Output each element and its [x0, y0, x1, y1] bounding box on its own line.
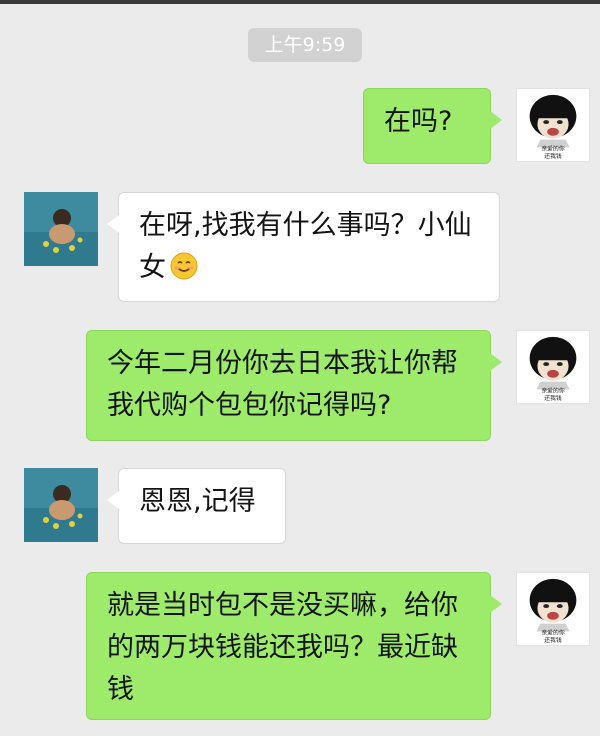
svg-text:亲爱的你: 亲爱的你	[541, 628, 564, 636]
message-bubble-sent[interactable]: 今年二月份你去日本我让你帮我代购个包包你记得吗?	[86, 330, 502, 441]
message-text: 在吗?	[384, 106, 453, 137]
message-bubble-sent[interactable]: 在吗?	[363, 88, 502, 164]
svg-text:亲爱的你: 亲爱的你	[541, 386, 564, 394]
svg-text:亲爱的你: 亲爱的你	[541, 144, 564, 152]
svg-text:还我钱: 还我钱	[544, 636, 562, 644]
meme-avatar-icon: 亲爱的你 还我钱	[529, 336, 577, 402]
meme-avatar-icon: 亲爱的你 还我钱	[529, 578, 577, 644]
message-text: 恩恩,记得	[139, 486, 256, 517]
message-text: 今年二月份你去日本我让你帮我代购个包包你记得吗?	[107, 348, 458, 421]
message-bubble-sent[interactable]: 就是当时包不是没买嘛，给你的两万块钱能还我吗？最近缺钱	[86, 572, 502, 720]
smiling-face-emoji-icon	[170, 251, 198, 280]
my-avatar[interactable]: 亲爱的你 还我钱	[516, 88, 590, 162]
message-bubble-received[interactable]: 在呀,找我有什么事吗？小仙女	[107, 192, 500, 302]
my-avatar[interactable]: 亲爱的你 还我钱	[516, 330, 590, 404]
friend-photo-icon	[24, 468, 98, 542]
meme-avatar-icon: 亲爱的你 还我钱	[529, 94, 577, 160]
friend-avatar[interactable]	[24, 468, 98, 542]
friend-avatar[interactable]	[24, 192, 98, 266]
message-timestamp: 上午9:59	[248, 28, 362, 62]
svg-text:还我钱: 还我钱	[544, 152, 562, 160]
top-status-bar	[0, 0, 600, 4]
message-text: 就是当时包不是没买嘛，给你的两万块钱能还我吗？最近缺钱	[107, 590, 458, 705]
my-avatar[interactable]: 亲爱的你 还我钱	[516, 572, 590, 646]
message-bubble-received[interactable]: 恩恩,记得	[107, 468, 286, 544]
svg-text:还我钱: 还我钱	[544, 394, 562, 402]
friend-photo-icon	[24, 192, 98, 266]
